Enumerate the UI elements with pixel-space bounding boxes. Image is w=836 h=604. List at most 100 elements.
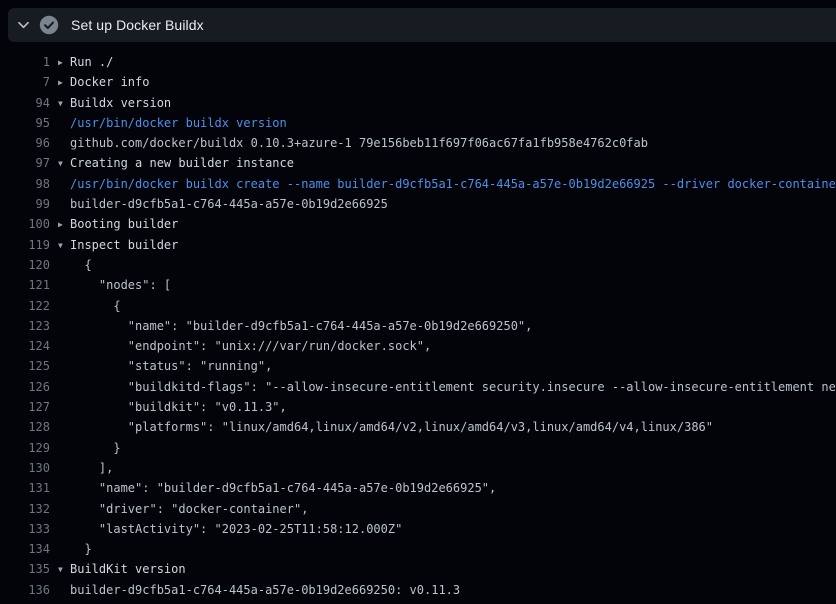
log-text: "name": "builder-d9cfb5a1-c764-445a-a57e… <box>58 478 496 498</box>
line-number[interactable]: 1 <box>0 52 50 72</box>
log-group-toggle[interactable]: ▼Buildx version <box>58 93 171 113</box>
log-line: 134 } <box>0 539 836 559</box>
log-line: 98/usr/bin/docker buildx create --name b… <box>0 174 836 194</box>
triangle-right-icon[interactable]: ▶ <box>58 53 70 72</box>
log-line: 127 "buildkit": "v0.11.3", <box>0 397 836 417</box>
log-line: 136 builder-d9cfb5a1-c764-445a-a57e-0b19d… <box>0 580 836 600</box>
log-group-line: 97 ▼Creating a new builder instance <box>0 153 836 173</box>
log-text: "buildkitd-flags": "--allow-insecure-ent… <box>58 377 836 397</box>
step-title: Set up Docker Buildx <box>71 17 204 33</box>
log-line: 131 "name": "builder-d9cfb5a1-c764-445a-… <box>0 478 836 498</box>
log-line: 125 "status": "running", <box>0 356 836 376</box>
log-text: } <box>58 438 121 458</box>
line-number[interactable]: 99 <box>0 194 50 214</box>
log-text: "buildkit": "v0.11.3", <box>58 397 287 417</box>
log-group-label: BuildKit version <box>70 562 186 576</box>
triangle-down-icon[interactable]: ▼ <box>58 94 70 113</box>
log-text: "platforms": "linux/amd64,linux/amd64/v2… <box>58 417 713 437</box>
log-line: 123 "name": "builder-d9cfb5a1-c764-445a-… <box>0 316 836 336</box>
log-command-text: /usr/bin/docker buildx version <box>58 113 287 133</box>
log-text: { <box>58 296 121 316</box>
check-circle-icon <box>39 15 59 35</box>
log-text: "endpoint": "unix:///var/run/docker.sock… <box>58 336 431 356</box>
triangle-right-icon[interactable]: ▶ <box>58 215 70 234</box>
log-line: 124 "endpoint": "unix:///var/run/docker.… <box>0 336 836 356</box>
line-number[interactable]: 125 <box>0 356 50 376</box>
line-number[interactable]: 131 <box>0 478 50 498</box>
log-text: "status": "running", <box>58 356 272 376</box>
line-number[interactable]: 129 <box>0 438 50 458</box>
log-line: 132 "driver": "docker-container", <box>0 499 836 519</box>
log-group-label: Booting builder <box>70 217 178 231</box>
line-number[interactable]: 135 <box>0 559 50 579</box>
log-group-line: 7 ▶Docker info <box>0 72 836 92</box>
log-group-toggle[interactable]: ▼BuildKit version <box>58 559 186 579</box>
log-group-toggle[interactable]: ▶Booting builder <box>58 214 178 234</box>
log-text: "driver": "docker-container", <box>58 499 308 519</box>
line-number[interactable]: 127 <box>0 397 50 417</box>
line-number[interactable]: 124 <box>0 336 50 356</box>
log-group-label: Creating a new builder instance <box>70 156 294 170</box>
line-number[interactable]: 121 <box>0 275 50 295</box>
line-number[interactable]: 98 <box>0 174 50 194</box>
log-line: 121 "nodes": [ <box>0 275 836 295</box>
triangle-right-icon[interactable]: ▶ <box>58 73 70 92</box>
log-line: 96 github.com/docker/buildx 0.10.3+azure-… <box>0 133 836 153</box>
log-text: github.com/docker/buildx 0.10.3+azure-1 … <box>58 133 648 153</box>
chevron-down-icon[interactable] <box>18 21 29 29</box>
line-number[interactable]: 133 <box>0 519 50 539</box>
log-line: 120 { <box>0 255 836 275</box>
line-number[interactable]: 7 <box>0 72 50 92</box>
log-group-line: 119 ▼Inspect builder <box>0 235 836 255</box>
line-number[interactable]: 119 <box>0 235 50 255</box>
line-number[interactable]: 123 <box>0 316 50 336</box>
line-number[interactable]: 128 <box>0 417 50 437</box>
line-number[interactable]: 97 <box>0 153 50 173</box>
log-text: } <box>58 539 92 559</box>
log-group-label: Run ./ <box>70 55 113 69</box>
log-line: 130 ], <box>0 458 836 478</box>
log-line: 129 } <box>0 438 836 458</box>
log-text: "nodes": [ <box>58 275 171 295</box>
log-text: builder-d9cfb5a1-c764-445a-a57e-0b19d2e6… <box>58 194 388 214</box>
line-number[interactable]: 120 <box>0 255 50 275</box>
triangle-down-icon[interactable]: ▼ <box>58 236 70 255</box>
log-group-line: 100 ▶Booting builder <box>0 214 836 234</box>
log-group-toggle[interactable]: ▶Docker info <box>58 72 149 92</box>
log-line: 126 "buildkitd-flags": "--allow-insecure… <box>0 377 836 397</box>
log-line: 122 { <box>0 296 836 316</box>
log-group-label: Inspect builder <box>70 238 178 252</box>
log-group-toggle[interactable]: ▼Creating a new builder instance <box>58 153 294 173</box>
log-group-line: 135 ▼BuildKit version <box>0 559 836 579</box>
line-number[interactable]: 134 <box>0 539 50 559</box>
log-line: 95/usr/bin/docker buildx version <box>0 113 836 133</box>
log-line: 128 "platforms": "linux/amd64,linux/amd6… <box>0 417 836 437</box>
log-group-line: 1 ▶Run ./ <box>0 52 836 72</box>
triangle-down-icon[interactable]: ▼ <box>58 560 70 579</box>
line-number[interactable]: 95 <box>0 113 50 133</box>
line-number[interactable]: 94 <box>0 93 50 113</box>
log-viewer: 1▶Run ./7▶Docker info94▼Buildx version95… <box>0 46 836 604</box>
log-group-line: 94 ▼Buildx version <box>0 93 836 113</box>
log-text: builder-d9cfb5a1-c764-445a-a57e-0b19d2e6… <box>58 580 460 600</box>
log-group-label: Buildx version <box>70 96 171 110</box>
line-number[interactable]: 96 <box>0 133 50 153</box>
log-line: 133 "lastActivity": "2023-02-25T11:58:12… <box>0 519 836 539</box>
triangle-down-icon[interactable]: ▼ <box>58 154 70 173</box>
line-number[interactable]: 122 <box>0 296 50 316</box>
log-text: ], <box>58 458 113 478</box>
log-text: "lastActivity": "2023-02-25T11:58:12.000… <box>58 519 402 539</box>
log-group-toggle[interactable]: ▼Inspect builder <box>58 235 178 255</box>
log-text: "name": "builder-d9cfb5a1-c764-445a-a57e… <box>58 316 532 336</box>
line-number[interactable]: 136 <box>0 580 50 600</box>
step-header[interactable]: Set up Docker Buildx <box>8 8 836 42</box>
line-number[interactable]: 132 <box>0 499 50 519</box>
line-number[interactable]: 130 <box>0 458 50 478</box>
log-text: { <box>58 255 92 275</box>
line-number[interactable]: 100 <box>0 214 50 234</box>
log-command-text: /usr/bin/docker buildx create --name bui… <box>58 174 836 194</box>
log-group-label: Docker info <box>70 75 149 89</box>
log-group-toggle[interactable]: ▶Run ./ <box>58 52 113 72</box>
line-number[interactable]: 126 <box>0 377 50 397</box>
log-line: 99 builder-d9cfb5a1-c764-445a-a57e-0b19d2… <box>0 194 836 214</box>
